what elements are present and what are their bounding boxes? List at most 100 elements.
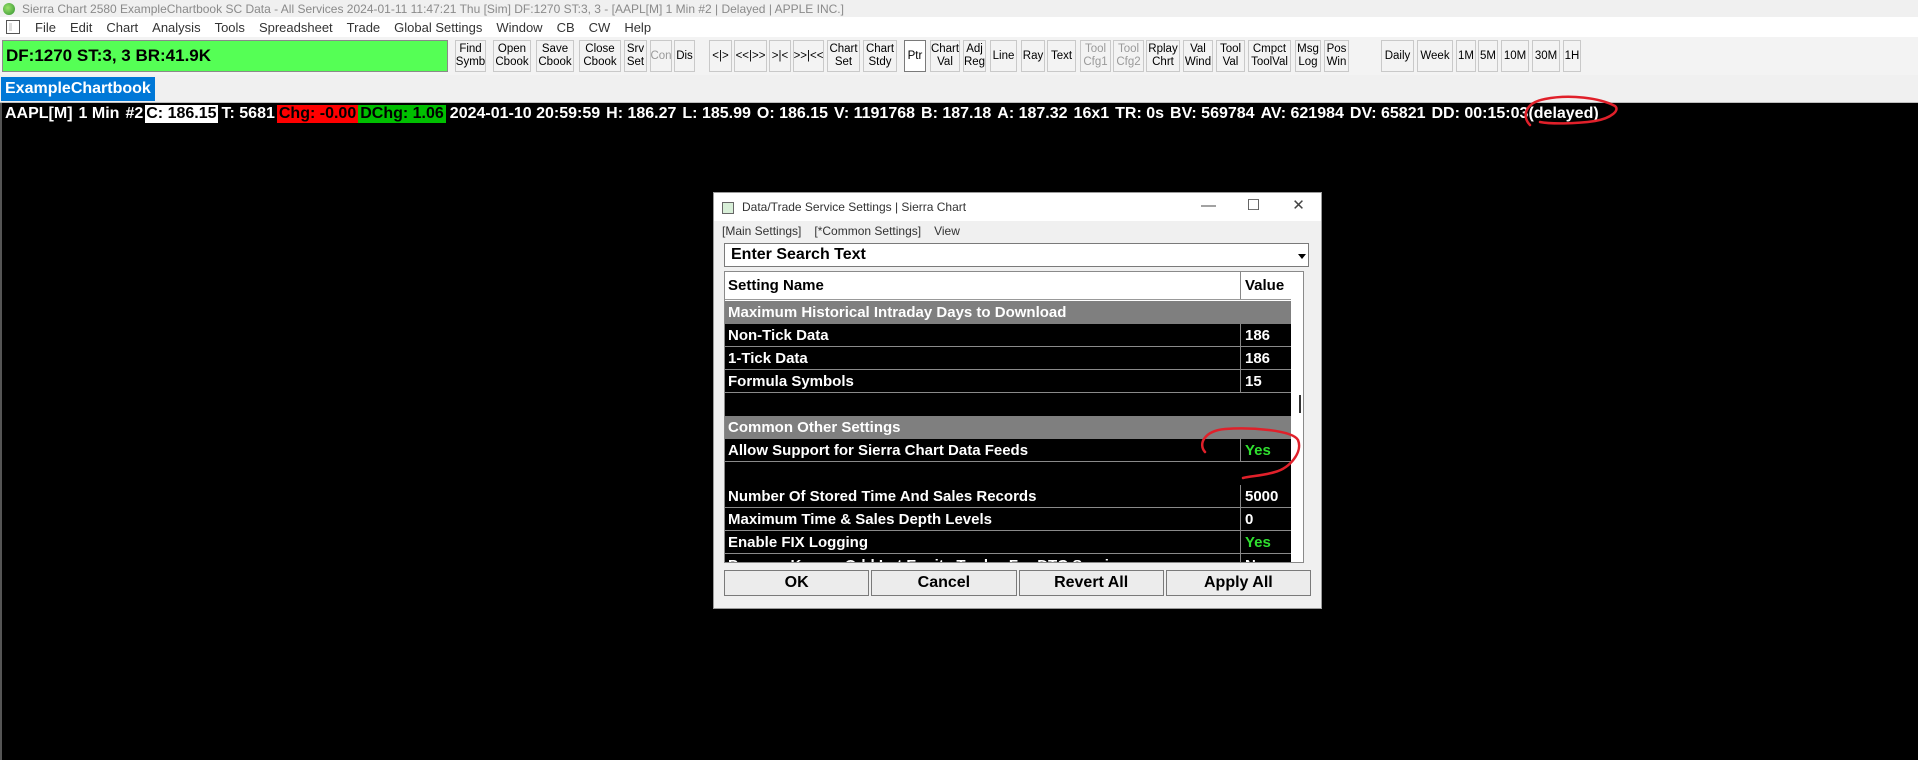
toolbar-button-ptr[interactable]: Ptr bbox=[904, 40, 926, 72]
document-icon[interactable] bbox=[6, 20, 20, 34]
setting-name: Non-Tick Data bbox=[725, 324, 1241, 346]
toolbar-button-30m[interactable]: 30M bbox=[1532, 40, 1560, 72]
setting-value[interactable]: 186 bbox=[1242, 324, 1291, 346]
toolbar-button-text[interactable]: Text bbox=[1047, 40, 1076, 72]
toolbar-button-pos-win[interactable]: Pos Win bbox=[1324, 40, 1349, 72]
toolbar-button-tool-val[interactable]: Tool Val bbox=[1216, 40, 1245, 72]
setting-name: Common Other Settings bbox=[728, 419, 901, 436]
menu-cw[interactable]: CW bbox=[582, 20, 618, 35]
toolbar-button-[interactable]: >>|<< bbox=[793, 40, 824, 72]
scrollbar[interactable] bbox=[1299, 395, 1301, 413]
minimize-icon[interactable]: — bbox=[1186, 193, 1231, 221]
apply-all-button[interactable]: Apply All bbox=[1165, 570, 1311, 596]
setting-value[interactable]: Yes bbox=[1242, 439, 1291, 461]
tab-example-chartbook[interactable]: ExampleChartbook bbox=[1, 77, 155, 101]
cancel-button[interactable]: Cancel bbox=[871, 570, 1017, 596]
setting-row[interactable]: Process Known Odd Lot Equity Trades For … bbox=[725, 554, 1291, 562]
toolbar-button-close-cbook[interactable]: Close Cbook bbox=[579, 40, 621, 72]
setting-value[interactable]: 186 bbox=[1242, 347, 1291, 369]
toolbar-button-msg-log[interactable]: Msg Log bbox=[1295, 40, 1321, 72]
maximize-icon[interactable]: ☐ bbox=[1231, 193, 1276, 221]
setting-row[interactable]: Non-Tick Data 186 bbox=[725, 324, 1291, 347]
setting-value[interactable]: 15 bbox=[1242, 370, 1291, 392]
menu-spreadsheet[interactable]: Spreadsheet bbox=[252, 20, 340, 35]
setting-value[interactable]: 5000 bbox=[1242, 485, 1291, 507]
toolbar-button-week[interactable]: Week bbox=[1417, 40, 1453, 72]
search-input[interactable]: Enter Search Text bbox=[724, 243, 1309, 267]
toolbar-button-chart-stdy[interactable]: Chart Stdy bbox=[863, 40, 897, 72]
toolbar-button-cmpct-toolval[interactable]: Cmpct ToolVal bbox=[1248, 40, 1291, 72]
toolbar: DF:1270 ST:3, 3 BR:41.9K Find Symb Open C… bbox=[0, 37, 1918, 76]
setting-row[interactable]: Enable FIX Logging Yes bbox=[725, 531, 1291, 554]
toolbar-button-chart-set[interactable]: Chart Set bbox=[827, 40, 860, 72]
toolbar-button-1m[interactable]: 1M bbox=[1456, 40, 1476, 72]
dialog-title-bar[interactable]: Data/Trade Service Settings | Sierra Cha… bbox=[714, 193, 1321, 221]
toolbar-button-10m[interactable]: 10M bbox=[1501, 40, 1529, 72]
tab-view[interactable]: View bbox=[934, 224, 960, 242]
toolbar-button-1h[interactable]: 1H bbox=[1563, 40, 1581, 72]
menu-tools[interactable]: Tools bbox=[208, 20, 252, 35]
toolbar-button-con: Con bbox=[650, 40, 672, 72]
revert-all-button[interactable]: Revert All bbox=[1018, 570, 1164, 596]
close-icon[interactable]: ✕ bbox=[1276, 193, 1321, 221]
header-daily-change: DChg: 1.06 bbox=[358, 104, 446, 123]
menu-chart[interactable]: Chart bbox=[99, 20, 145, 35]
setting-row[interactable]: Maximum Time & Sales Depth Levels 0 bbox=[725, 508, 1291, 531]
setting-row[interactable]: Allow Support for Sierra Chart Data Feed… bbox=[725, 439, 1291, 462]
toolbar-button-[interactable]: >|< bbox=[769, 40, 791, 72]
setting-name: Allow Support for Sierra Chart Data Feed… bbox=[725, 439, 1241, 461]
toolbar-button-5m[interactable]: 5M bbox=[1478, 40, 1498, 72]
tab-main-settings[interactable]: [Main Settings] bbox=[722, 224, 801, 242]
toolbar-button-daily[interactable]: Daily bbox=[1381, 40, 1414, 72]
menu-help[interactable]: Help bbox=[617, 20, 658, 35]
toolbar-button-val-wind[interactable]: Val Wind bbox=[1183, 40, 1213, 72]
header-low: L: 185.99 bbox=[682, 104, 751, 122]
setting-name: Process Known Odd Lot Equity Trades For … bbox=[725, 554, 1241, 562]
setting-value bbox=[1242, 462, 1291, 485]
toolbar-button-[interactable]: <<|>> bbox=[734, 40, 767, 72]
menu-cb[interactable]: CB bbox=[550, 20, 582, 35]
blank-row bbox=[725, 393, 1291, 416]
settings-grid: Setting Name Value Maximum Historical In… bbox=[724, 271, 1304, 563]
setting-row[interactable]: Formula Symbols 15 bbox=[725, 370, 1291, 393]
ok-button[interactable]: OK bbox=[724, 570, 870, 596]
header-bid-volume: BV: 569784 bbox=[1170, 104, 1255, 122]
header-close-price: C: 186.15 bbox=[145, 104, 218, 123]
dropdown-arrow-icon[interactable] bbox=[1298, 254, 1306, 259]
toolbar-button-chart-val[interactable]: Chart Val bbox=[930, 40, 960, 72]
column-header-value: Value bbox=[1245, 277, 1285, 294]
header-tr: TR: 0s bbox=[1115, 104, 1165, 122]
header-chart-number: #2 bbox=[125, 104, 144, 122]
toolbar-button-[interactable]: <|> bbox=[709, 40, 732, 72]
tab-common-settings[interactable]: [*Common Settings] bbox=[814, 224, 921, 242]
dialog-tabs: [Main Settings] [*Common Settings] View bbox=[722, 224, 973, 242]
setting-value[interactable]: 0 bbox=[1242, 508, 1291, 530]
menu-file[interactable]: File bbox=[28, 20, 63, 35]
toolbar-button-tool-cfg1: Tool Cfg1 bbox=[1080, 40, 1111, 72]
toolbar-button-dis[interactable]: Dis bbox=[674, 40, 695, 72]
menu-edit[interactable]: Edit bbox=[63, 20, 99, 35]
toolbar-button-ray[interactable]: Ray bbox=[1021, 40, 1045, 72]
menu-global-settings[interactable]: Global Settings bbox=[387, 20, 489, 35]
toolbar-button-rplay-chrt[interactable]: Rplay Chrt bbox=[1146, 40, 1180, 72]
setting-name: 1-Tick Data bbox=[725, 347, 1241, 369]
toolbar-button-srv-set[interactable]: Srv Set bbox=[624, 40, 647, 72]
toolbar-button-save-cbook[interactable]: Save Cbook bbox=[536, 40, 574, 72]
setting-value[interactable]: Yes bbox=[1242, 531, 1291, 553]
setting-value[interactable]: No bbox=[1242, 554, 1291, 562]
menu-analysis[interactable]: Analysis bbox=[145, 20, 207, 35]
search-placeholder: Enter Search Text bbox=[731, 246, 866, 263]
header-trades: T: 5681 bbox=[221, 104, 275, 122]
setting-value bbox=[1242, 393, 1291, 416]
toolbar-button-adj-reg[interactable]: Adj Reg bbox=[963, 40, 986, 72]
toolbar-button-line[interactable]: Line bbox=[990, 40, 1017, 72]
toolbar-button-open-cbook[interactable]: Open Cbook bbox=[493, 40, 531, 72]
setting-row[interactable]: Number Of Stored Time And Sales Records 5… bbox=[725, 485, 1291, 508]
setting-row[interactable]: 1-Tick Data 186 bbox=[725, 347, 1291, 370]
header-data-delay: DD: 00:15:03 bbox=[1431, 104, 1529, 122]
toolbar-button-find-symb[interactable]: Find Symb bbox=[455, 40, 486, 72]
setting-name bbox=[725, 393, 1241, 416]
header-change: Chg: -0.00 bbox=[276, 104, 359, 123]
menu-trade[interactable]: Trade bbox=[340, 20, 387, 35]
menu-window[interactable]: Window bbox=[489, 20, 549, 35]
